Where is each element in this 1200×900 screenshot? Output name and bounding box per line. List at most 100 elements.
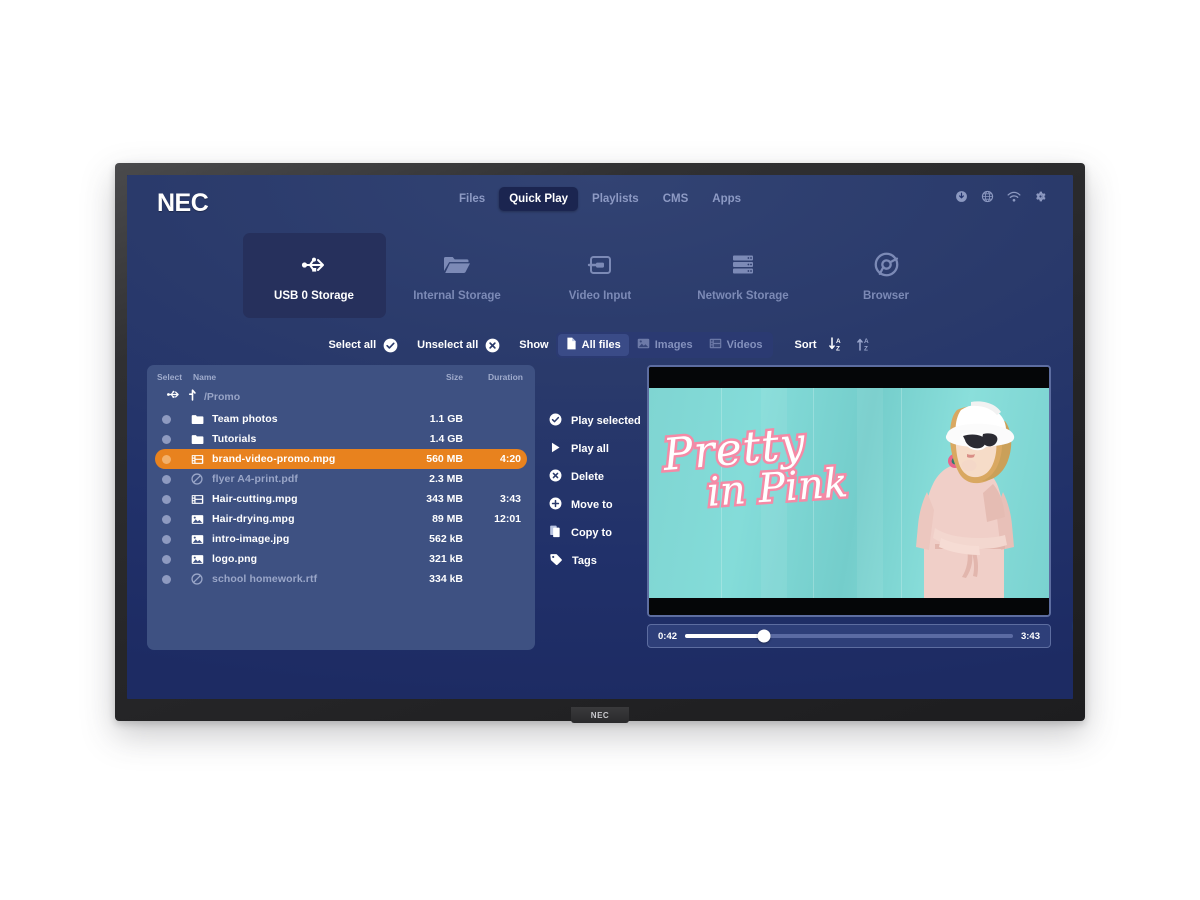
svg-text:Z: Z: [836, 345, 840, 352]
action-label: Tags: [572, 555, 597, 567]
copy-icon: [549, 525, 562, 541]
row-select-toggle[interactable]: [155, 434, 191, 444]
source-tile-label: Network Storage: [697, 289, 789, 302]
row-select-toggle[interactable]: [155, 534, 191, 544]
video-scrubber[interactable]: 0:42 3:43: [647, 624, 1051, 648]
file-name: Team photos: [212, 413, 278, 425]
sort-ascending-az-icon[interactable]: AZ: [856, 336, 872, 355]
film-icon: [191, 494, 209, 505]
filter-images[interactable]: Images: [629, 335, 701, 355]
file-size: 1.4 GB: [429, 433, 463, 445]
filter-all-files[interactable]: All files: [557, 334, 629, 356]
blocked-icon: [191, 473, 209, 485]
level-up-icon[interactable]: [188, 388, 197, 406]
server-icon: [730, 250, 756, 280]
file-row[interactable]: Tutorials 1.4 GB: [155, 429, 527, 449]
select-all-label[interactable]: Select all: [328, 339, 376, 351]
x-circle-icon[interactable]: [485, 338, 500, 353]
unselect-all-label[interactable]: Unselect all: [417, 339, 478, 351]
file-name: logo.png: [212, 553, 258, 565]
row-select-toggle[interactable]: [155, 414, 191, 424]
source-tile-label: Internal Storage: [413, 289, 501, 302]
action-tags[interactable]: Tags: [549, 553, 647, 569]
file-row[interactable]: Hair-drying.mpg 89 MB 12:01: [155, 509, 527, 529]
action-delete[interactable]: Delete: [549, 469, 647, 485]
nav-item-quick-play[interactable]: Quick Play: [499, 187, 579, 211]
file-duration: 4:20: [499, 453, 521, 465]
gear-icon[interactable]: [1034, 190, 1047, 203]
file-row[interactable]: flyer A4-print.pdf 2.3 MB: [155, 469, 527, 489]
bezel-brand-logo: NEC: [571, 707, 629, 723]
file-size: 1.1 GB: [429, 413, 463, 425]
row-select-toggle[interactable]: [155, 554, 191, 564]
source-tile-label: USB 0 Storage: [274, 289, 354, 302]
file-size: 562 kB: [429, 533, 463, 545]
source-tile-video-input[interactable]: Video Input: [529, 233, 672, 318]
file-row[interactable]: school homework.rtf 334 kB: [155, 569, 527, 589]
nav-item-cms[interactable]: CMS: [653, 187, 699, 211]
show-label: Show: [519, 339, 549, 351]
progress-knob[interactable]: [757, 629, 771, 643]
source-tile-internal-storage[interactable]: Internal Storage: [386, 233, 529, 318]
breadcrumb[interactable]: /Promo: [155, 386, 527, 408]
main-nav: Files Quick Play Playlists CMS Apps: [449, 187, 751, 211]
file-row[interactable]: brand-video-promo.mpg 560 MB 4:20: [155, 449, 527, 469]
file-name: intro-image.jpg: [212, 533, 290, 545]
file-size: 560 MB: [426, 453, 463, 465]
folder-icon: [191, 434, 209, 445]
file-duration: 3:43: [499, 493, 521, 505]
wifi-icon[interactable]: [1007, 191, 1021, 203]
filter-label: Videos: [726, 339, 763, 351]
file-rows: Team photos 1.1 GB Tutorials 1.4 GB brand-vi…: [155, 409, 527, 589]
nav-item-apps[interactable]: Apps: [702, 187, 751, 211]
file-size: 2.3 MB: [429, 473, 463, 485]
filter-videos[interactable]: Videos: [701, 335, 771, 355]
sort-descending-az-icon[interactable]: AZ: [828, 336, 844, 355]
nav-item-files[interactable]: Files: [449, 187, 495, 211]
filter-label: Images: [654, 339, 693, 351]
progress-track[interactable]: [685, 629, 1013, 643]
action-label: Play selected: [571, 415, 641, 427]
download-icon[interactable]: [955, 190, 968, 203]
filter-label: All files: [581, 339, 621, 351]
check-circle-icon[interactable]: [383, 338, 398, 353]
svg-text:A: A: [864, 338, 869, 345]
file-row[interactable]: Hair-cutting.mpg 343 MB 3:43: [155, 489, 527, 509]
tag-icon: [549, 553, 563, 569]
column-header-select: Select: [157, 372, 183, 382]
svg-text:A: A: [836, 338, 841, 345]
action-menu: Play selected Play all Delete Move to Co…: [535, 365, 647, 650]
file-row[interactable]: Team photos 1.1 GB: [155, 409, 527, 429]
row-select-toggle[interactable]: [155, 454, 191, 464]
row-select-toggle[interactable]: [155, 474, 191, 484]
model-photo: [916, 401, 1015, 598]
sort-buttons: AZ AZ: [828, 336, 872, 355]
row-select-toggle[interactable]: [155, 494, 191, 504]
source-tile-usb-0-storage[interactable]: USB 0 Storage: [242, 233, 386, 318]
globe-icon[interactable]: [981, 190, 994, 203]
file-row[interactable]: logo.png 321 kB: [155, 549, 527, 569]
file-size: 334 kB: [429, 573, 463, 585]
action-play-all[interactable]: Play all: [549, 441, 647, 457]
file-row[interactable]: intro-image.jpg 562 kB: [155, 529, 527, 549]
file-name: brand-video-promo.mpg: [212, 453, 336, 465]
overlay-line-2: in Pink: [703, 458, 852, 519]
row-select-toggle[interactable]: [155, 514, 191, 524]
source-tile-network-storage[interactable]: Network Storage: [672, 233, 815, 318]
source-tile-label: Video Input: [568, 289, 632, 302]
action-move-to[interactable]: Move to: [549, 497, 647, 513]
storage-source-tiles: USB 0 Storage Internal Storage Video Inp…: [127, 233, 1073, 318]
action-label: Copy to: [571, 527, 612, 539]
progress-fill: [685, 634, 764, 638]
file-list-header: Select Name Size Duration: [155, 372, 527, 386]
nav-item-playlists[interactable]: Playlists: [582, 187, 649, 211]
source-tile-browser[interactable]: Browser: [815, 233, 958, 318]
image-icon: [191, 534, 209, 545]
svg-text:Z: Z: [864, 345, 868, 352]
document-icon: [566, 337, 577, 353]
video-player[interactable]: Pretty in Pink: [647, 365, 1051, 617]
action-label: Move to: [571, 499, 613, 511]
action-copy-to[interactable]: Copy to: [549, 525, 647, 541]
action-play-selected[interactable]: Play selected: [549, 413, 647, 429]
row-select-toggle[interactable]: [155, 574, 191, 584]
